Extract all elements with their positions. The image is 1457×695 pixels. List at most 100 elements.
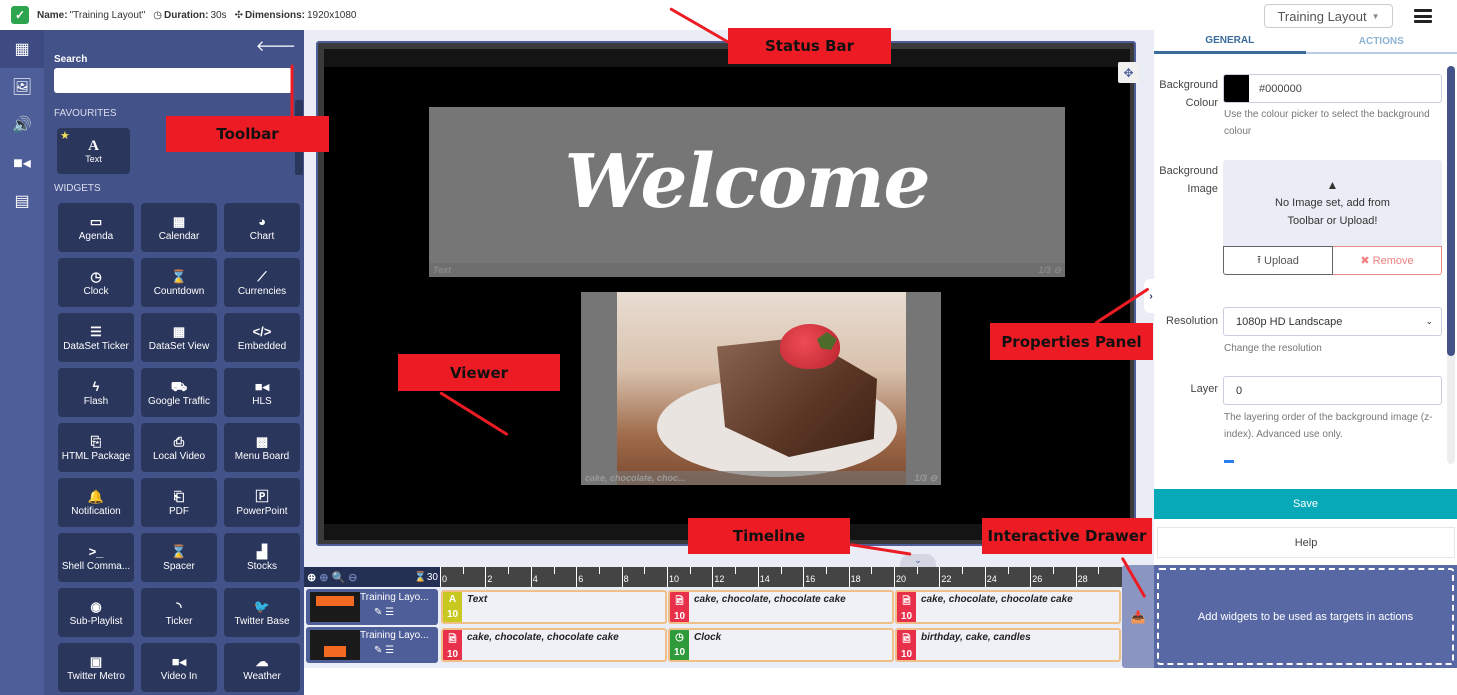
rail-video[interactable]: ■◂ bbox=[0, 144, 44, 182]
ruler-tick bbox=[712, 567, 714, 587]
background-image-label: Background Image bbox=[1159, 165, 1218, 195]
zoom-out-icon[interactable]: ⊖ bbox=[348, 571, 357, 584]
move-icon[interactable]: ✥ bbox=[1118, 62, 1139, 83]
region-label-card[interactable]: Training Layo... ✎ ☰ bbox=[306, 627, 438, 663]
widget-label: HTML Package bbox=[61, 450, 131, 462]
background-colour-input[interactable]: #000000 bbox=[1223, 74, 1442, 103]
timeline-widget-image[interactable]: 🖻 10 cake, chocolate, chocolate cake bbox=[895, 590, 1121, 624]
widget-calendar[interactable]: ▦ Calendar bbox=[141, 203, 217, 252]
rail-images[interactable]: 🖼 bbox=[0, 68, 44, 106]
widget-shell-comma[interactable]: >_ Shell Comma... bbox=[58, 533, 134, 582]
widget-video-in[interactable]: ■◂ Video In bbox=[141, 643, 217, 692]
widget-dataset-ticker[interactable]: ☰ DataSet Ticker bbox=[58, 313, 134, 362]
timeline-widget-image[interactable]: 🖻 10 cake, chocolate, chocolate cake bbox=[441, 628, 667, 662]
tab-general[interactable]: GENERAL bbox=[1154, 30, 1306, 54]
save-button[interactable]: Save bbox=[1154, 489, 1457, 519]
widget-twitter-metro[interactable]: ▣ Twitter Metro bbox=[58, 643, 134, 692]
widget-notification[interactable]: 🔔 Notification bbox=[58, 478, 134, 527]
zoom-reset-icon[interactable]: ⊕ bbox=[319, 571, 328, 584]
widget-clock[interactable]: ◷ Clock bbox=[58, 258, 134, 307]
widget-spacer[interactable]: ⌛ Spacer bbox=[141, 533, 217, 582]
ruler-tick bbox=[576, 567, 578, 587]
drawer-dropzone[interactable]: Add widgets to be used as targets in act… bbox=[1157, 568, 1454, 665]
colour-swatch[interactable] bbox=[1224, 75, 1249, 102]
hourglass-icon: ⌛ bbox=[170, 268, 188, 284]
ruler-tick bbox=[894, 567, 895, 587]
widget-dataset-view[interactable]: ▦ DataSet View bbox=[141, 313, 217, 362]
drawer-message: Add widgets to be used as targets in act… bbox=[1197, 610, 1414, 623]
widget-pdf[interactable]: ⎗ PDF bbox=[141, 478, 217, 527]
widget-label: Text bbox=[85, 154, 102, 164]
upload-button[interactable]: ⭱ Upload bbox=[1223, 246, 1333, 275]
layer-value: 0 bbox=[1236, 384, 1243, 397]
text-region[interactable]: Welcome Text 1/3 ⊝ bbox=[429, 107, 1065, 277]
search-input[interactable] bbox=[54, 68, 292, 93]
checkbox[interactable] bbox=[1224, 460, 1234, 463]
widget-flash[interactable]: ϟ Flash bbox=[58, 368, 134, 417]
chevron-down-icon[interactable]: ⌄ bbox=[900, 554, 936, 567]
cake-image bbox=[617, 292, 906, 485]
zoom-fit-icon[interactable]: 🔍 bbox=[331, 571, 345, 584]
ruler-tick bbox=[735, 567, 737, 574]
hamburger-icon[interactable] bbox=[1414, 9, 1432, 23]
timeline-widget-text[interactable]: A 10 Text bbox=[441, 590, 667, 624]
widget-hls[interactable]: ■◂ HLS bbox=[224, 368, 300, 417]
widget-chart[interactable]: ◕ Chart bbox=[224, 203, 300, 252]
widget-ticker[interactable]: ◝ Ticker bbox=[141, 588, 217, 637]
rail-audio[interactable]: 🔊 bbox=[0, 106, 44, 144]
region-label-card[interactable]: Training Layo... ✎ ☰ bbox=[306, 589, 438, 625]
bar-chart-icon: ▟ bbox=[257, 543, 267, 559]
remove-button[interactable]: ✖ Remove bbox=[1333, 246, 1442, 275]
widget-powerpoint[interactable]: 🄿 PowerPoint bbox=[224, 478, 300, 527]
widget-label: PDF bbox=[169, 505, 189, 517]
arrows-icon: ✣ bbox=[234, 9, 243, 21]
widget-embedded[interactable]: </> Embedded bbox=[224, 313, 300, 362]
edit-icon[interactable]: ✎ bbox=[374, 645, 382, 656]
layer-input[interactable]: 0 bbox=[1223, 376, 1442, 405]
resolution-select[interactable]: 1080p HD Landscape ⌄ bbox=[1223, 307, 1442, 336]
widget-html-package[interactable]: ⎘ HTML Package bbox=[58, 423, 134, 472]
drawer-toggle[interactable]: 📥 bbox=[1122, 565, 1154, 668]
ruler-tick bbox=[1075, 567, 1077, 587]
rail-widgets[interactable]: ▦ bbox=[0, 30, 44, 68]
widget-label: Video In bbox=[160, 670, 198, 682]
widget-menu-board[interactable]: ▩ Menu Board bbox=[224, 423, 300, 472]
dimensions-label: Dimensions: bbox=[244, 9, 305, 21]
rail-library[interactable]: ▤ bbox=[0, 182, 44, 220]
list-icon[interactable]: ☰ bbox=[385, 645, 394, 656]
ruler-tick bbox=[508, 567, 510, 574]
edit-icon[interactable]: ✎ bbox=[374, 607, 382, 618]
favourite-text-widget[interactable]: ★ A Text bbox=[57, 128, 130, 174]
widget-type-tag: 🖻 10 bbox=[670, 592, 689, 622]
layout-select[interactable]: Training Layout ▼ bbox=[1264, 4, 1393, 28]
list-icon[interactable]: ☰ bbox=[385, 607, 394, 618]
widget-countdown[interactable]: ⌛ Countdown bbox=[141, 258, 217, 307]
widget-stocks[interactable]: ▟ Stocks bbox=[224, 533, 300, 582]
widget-sub-playlist[interactable]: ◉ Sub-Playlist bbox=[58, 588, 134, 637]
timeline-widget-image[interactable]: 🖻 10 birthday, cake, candles bbox=[895, 628, 1121, 662]
help-button[interactable]: Help bbox=[1157, 527, 1455, 558]
widget-twitter-base[interactable]: 🐦 Twitter Base bbox=[224, 588, 300, 637]
widget-google-traffic[interactable]: ⛟ Google Traffic bbox=[141, 368, 217, 417]
layout-canvas[interactable]: Welcome Text 1/3 ⊝ cake, chocolate, choc… bbox=[324, 49, 1130, 540]
ruler-label: 12 bbox=[714, 574, 725, 584]
properties-scrollbar[interactable] bbox=[1447, 66, 1455, 464]
widget-currencies[interactable]: ⟋ Currencies bbox=[224, 258, 300, 307]
tab-actions[interactable]: ACTIONS bbox=[1306, 30, 1457, 52]
timeline-widget-clock[interactable]: ◷ 10 Clock bbox=[668, 628, 894, 662]
resolution-help: Change the resolution bbox=[1224, 343, 1322, 354]
widget-local-video[interactable]: ⎙ Local Video bbox=[141, 423, 217, 472]
region-thumbnail bbox=[310, 592, 360, 622]
zoom-in-icon[interactable]: ⊕ bbox=[307, 571, 316, 584]
background-image-dropzone[interactable]: ▲ No Image set, add from Toolbar or Uplo… bbox=[1223, 160, 1442, 246]
ruler-label: 16 bbox=[805, 574, 816, 584]
widget-agenda[interactable]: ▭ Agenda bbox=[58, 203, 134, 252]
timeline-row: Training Layo... ✎ ☰ 🖻 10 cake, chocolate, c… bbox=[304, 627, 1122, 663]
name-value: "Training Layout" bbox=[69, 9, 146, 21]
timeline-widget-image[interactable]: 🖻 10 cake, chocolate, chocolate cake bbox=[668, 590, 894, 624]
image-region[interactable]: cake, chocolate, choc... 1/3 ⊝ bbox=[581, 292, 941, 485]
collapse-toolbar-icon[interactable]: 🡐 bbox=[256, 36, 296, 55]
layout-name: Name: "Training Layout" bbox=[37, 10, 145, 21]
widget-label: Embedded bbox=[237, 340, 287, 352]
widget-weather[interactable]: ☁ Weather bbox=[224, 643, 300, 692]
